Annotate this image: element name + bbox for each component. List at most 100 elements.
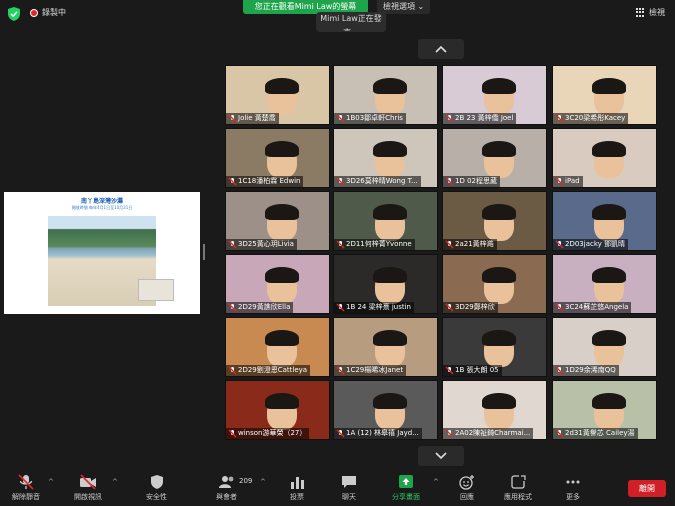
scroll-up-button[interactable] — [418, 39, 464, 59]
participant-hair — [592, 203, 627, 220]
chevron-up-icon — [435, 45, 447, 53]
participant-tile[interactable]: iPad — [552, 128, 657, 188]
leave-button[interactable]: 離開 — [628, 480, 666, 497]
start-video-label: 開啟視訊 — [74, 493, 102, 501]
participant-hair — [482, 77, 517, 94]
participant-tile[interactable]: 1C18潘柏霖 Edwin — [225, 128, 330, 188]
participant-tile[interactable]: 2d31黃譽芯 Cailey湯 — [552, 380, 657, 440]
participant-name: 3C20梁希彤Kacey — [553, 113, 629, 124]
participant-tile[interactable]: 3D25黃心玥Livia — [225, 191, 330, 251]
mic-muted-icon — [228, 240, 237, 249]
polls-button[interactable]: 投票 — [288, 474, 306, 502]
mic-muted-icon — [555, 303, 564, 312]
security-button[interactable]: 安全性 — [146, 474, 167, 502]
caret-up-icon[interactable]: ^ — [48, 478, 54, 486]
participant-hair — [265, 203, 300, 220]
start-video-button[interactable]: 開啟視訊 — [74, 474, 102, 502]
mic-muted-icon — [18, 474, 34, 490]
chat-label: 聊天 — [342, 493, 356, 501]
participant-tile[interactable]: Jolie 黃楚喬 — [225, 65, 330, 125]
mic-muted-icon — [336, 240, 345, 249]
shield-check-icon[interactable] — [8, 7, 20, 21]
participant-hair — [482, 203, 517, 220]
mic-muted-icon — [228, 114, 237, 123]
participant-hair — [265, 140, 300, 157]
scroll-down-button[interactable] — [418, 446, 464, 466]
mic-muted-icon — [336, 303, 345, 312]
participant-tile[interactable]: 2D03jacky 鄧凱晴 — [552, 191, 657, 251]
participant-tile[interactable]: 2D29劉澄恩Cattleya — [225, 317, 330, 377]
view-options-button[interactable]: 檢視選項 ⌄ — [377, 0, 431, 14]
participant-tile[interactable]: 1B 24 梁梓熹 justin — [333, 254, 438, 314]
more-label: 更多 — [566, 493, 580, 501]
mic-muted-icon — [445, 177, 454, 186]
participant-hair — [592, 392, 627, 409]
participant-tile[interactable]: 1C29楊晞冰Janet — [333, 317, 438, 377]
active-speaker-label: Mimi Law正在發言... — [316, 12, 386, 32]
participant-tile[interactable]: 1D29余浠南QQ — [552, 317, 657, 377]
mic-muted-icon — [336, 114, 345, 123]
mic-muted-icon — [445, 114, 454, 123]
participant-tile[interactable]: 3C20梁希彤Kacey — [552, 65, 657, 125]
mic-muted-icon — [445, 429, 454, 438]
view-options-label: 檢視選項 — [383, 2, 415, 11]
unmute-label: 解除靜音 — [12, 493, 40, 501]
mic-muted-icon — [336, 366, 345, 375]
gallery-view-button[interactable]: 檢視 — [636, 7, 665, 18]
participant-tile[interactable]: 2B 23 黃梓僑 Joel — [442, 65, 547, 125]
split-view-handle[interactable] — [203, 244, 205, 260]
share-screen-icon — [399, 475, 413, 488]
participant-tile[interactable]: 3D26莫梓晴Wong T... — [333, 128, 438, 188]
unmute-button[interactable]: 解除靜音 — [12, 474, 40, 502]
participant-hair — [265, 329, 300, 346]
more-dots-icon — [566, 480, 580, 484]
mic-muted-icon — [445, 240, 454, 249]
mic-muted-icon — [228, 177, 237, 186]
participant-hair — [482, 392, 517, 409]
chat-button[interactable]: 聊天 — [340, 474, 358, 502]
share-screen-label: 分享畫面 — [392, 493, 420, 501]
caret-up-icon[interactable]: ^ — [112, 478, 118, 486]
recording-indicator[interactable]: 錄製中 — [30, 7, 66, 18]
participant-tile[interactable]: 3D29鄭梓欣 — [442, 254, 547, 314]
participants-icon — [218, 476, 233, 488]
chat-bubble-icon — [342, 476, 356, 488]
more-button[interactable]: 更多 — [564, 474, 582, 502]
top-bar: 錄製中 您正在觀看Mimi Law的螢幕 檢視選項 ⌄ Mimi Law正在發言… — [0, 0, 675, 32]
participant-tile[interactable]: 1B03鄒卓軒Chris — [333, 65, 438, 125]
inset-photo — [138, 279, 174, 301]
participant-tile[interactable]: 3C24蘇芷悠Angela — [552, 254, 657, 314]
caret-up-icon[interactable]: ^ — [260, 478, 266, 486]
meeting-toolbar: 解除靜音 ^ 開啟視訊 ^ 安全性 與會者 ^ 投票 聊天 分享畫面 ^ 回應 … — [0, 470, 675, 506]
participant-tile[interactable]: 1D 02程思葳 — [442, 128, 547, 188]
mic-muted-icon — [228, 429, 237, 438]
participant-tile[interactable]: 1B 張大朗 05 — [442, 317, 547, 377]
participant-tile[interactable]: 2D11何梓菁Yvonne — [333, 191, 438, 251]
slide-title: 南丫島深灣沙灘 — [80, 198, 123, 205]
record-icon — [30, 8, 38, 17]
participant-name: 2B 23 黃梓僑 Joel — [443, 113, 517, 124]
gallery-view-label: 檢視 — [649, 8, 665, 17]
participant-tile[interactable]: 1A (12) 林皋禧 Jayd... — [333, 380, 438, 440]
participant-name: 3C24蘇芷悠Angela — [553, 302, 632, 313]
mic-muted-icon — [336, 429, 345, 438]
participants-button[interactable]: 與會者 — [216, 474, 237, 502]
participant-tile[interactable]: 2A02陳祉錡Charmai... — [442, 380, 547, 440]
apps-button[interactable]: 應用程式 — [504, 474, 532, 502]
participant-tile[interactable]: 2D29黃譙欣Ella — [225, 254, 330, 314]
mic-muted-icon — [228, 366, 237, 375]
mic-muted-icon — [445, 303, 454, 312]
mic-muted-icon — [555, 366, 564, 375]
caret-up-icon[interactable]: ^ — [433, 478, 439, 486]
participant-tile[interactable]: winson游華榮（27） — [225, 380, 330, 440]
participant-tile[interactable]: 2a21黃梓澔 — [442, 191, 547, 251]
mic-muted-icon — [336, 177, 345, 186]
participant-name: 2D03jacky 鄧凱晴 — [553, 239, 629, 250]
reactions-button[interactable]: 回應 — [458, 474, 476, 502]
share-screen-button[interactable]: 分享畫面 — [392, 474, 420, 502]
polls-label: 投票 — [290, 493, 304, 501]
video-off-icon — [80, 474, 96, 490]
chevron-down-icon — [435, 452, 447, 460]
participant-hair — [265, 392, 300, 409]
mic-muted-icon — [555, 429, 564, 438]
